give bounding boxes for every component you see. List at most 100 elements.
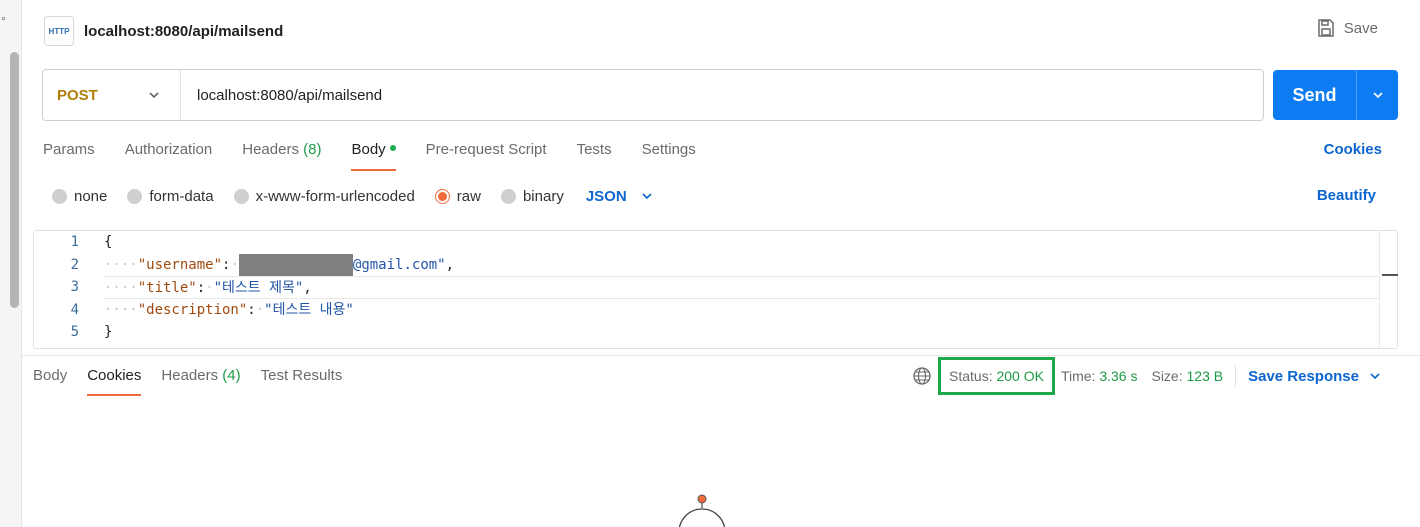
chevron-down-icon: [1372, 92, 1383, 99]
radio-circle: [500, 188, 516, 204]
tab-label: Headers: [161, 367, 219, 384]
radio-form-data[interactable]: form-data: [127, 187, 214, 205]
json-value: "테스트 제목": [213, 280, 304, 297]
scroll-position-mark: [1382, 274, 1398, 276]
send-button-group: Send: [1273, 70, 1398, 120]
tab-tests[interactable]: Tests: [577, 139, 612, 171]
beautify-button[interactable]: Beautify: [1317, 185, 1376, 207]
radio-none[interactable]: none: [52, 188, 107, 205]
line-number: 3: [70, 279, 79, 296]
headers-count: (8): [303, 141, 322, 158]
save-label: Save: [1343, 19, 1378, 37]
tab-params[interactable]: Params: [43, 139, 95, 171]
editor-scrollbar[interactable]: [1379, 231, 1398, 348]
method-label: POST: [57, 86, 98, 104]
divider: [1235, 365, 1237, 387]
send-button[interactable]: Send: [1273, 70, 1357, 120]
headers-count: (4): [222, 367, 241, 384]
modified-indicator: [389, 145, 396, 152]
tab-label: Tests: [576, 141, 612, 158]
save-response-button[interactable]: Save Response: [1248, 368, 1381, 385]
size-value: 123 B: [1186, 368, 1224, 384]
response-tabs: Body Cookies Headers (4) Test Results: [33, 366, 342, 396]
time-value: 3.36 s: [1099, 368, 1138, 384]
tab-label: Params: [43, 141, 95, 158]
time-label: Time:: [1060, 368, 1096, 384]
format-select[interactable]: JSON: [586, 188, 653, 205]
tab-label: Body: [33, 367, 68, 384]
code-line: ····"description":·"테스트 내용": [104, 301, 354, 318]
tab-authorization[interactable]: Authorization: [125, 139, 213, 171]
redacted-block: [238, 253, 353, 276]
radio-circle: [233, 188, 249, 204]
globe-icon[interactable]: [912, 366, 932, 386]
json-value: "테스트 내용": [264, 301, 354, 318]
save-response-label: Save Response: [1248, 367, 1359, 385]
url-input[interactable]: localhost:8080/api/mailsend: [181, 87, 1263, 104]
code-content[interactable]: { ····"username":· @gmail.com", ····"titl…: [104, 231, 1379, 344]
radio-circle: [52, 188, 67, 204]
resp-tab-cookies[interactable]: Cookies: [87, 366, 142, 396]
request-name[interactable]: localhost:8080/api/mailsend: [84, 23, 283, 40]
status-highlight-box[interactable]: Status: 200 OK: [938, 357, 1055, 395]
resp-tab-test-results[interactable]: Test Results: [261, 366, 343, 396]
radio-label: binary: [522, 187, 564, 205]
tab-label: Cookies: [87, 367, 142, 384]
radio-raw[interactable]: raw: [434, 187, 481, 205]
code-line: ····"title":·"테스트 제목",: [104, 276, 1379, 299]
line-number: 2: [70, 256, 79, 273]
save-icon: [1318, 19, 1334, 37]
resp-tab-body[interactable]: Body: [33, 366, 67, 396]
radio-binary[interactable]: binary: [500, 187, 564, 205]
response-size[interactable]: Size: 123 B: [1151, 368, 1223, 384]
code-editor[interactable]: 1 2 3 4 5 { ····"username":· @gmail.com",…: [33, 230, 1398, 349]
radio-label: raw: [456, 187, 481, 205]
response-divider: [22, 355, 1420, 356]
response-meta: Status: 200 OK Time: 3.36 s Size: 123 B …: [912, 357, 1381, 395]
code-line: {: [104, 231, 1379, 254]
radio-urlencoded[interactable]: x-www-form-urlencoded: [233, 188, 415, 205]
empty-state-illustration: [678, 494, 726, 527]
tab-label: Settings: [641, 141, 696, 158]
sidebar-scrollbar[interactable]: [10, 52, 19, 308]
chevron-down-icon: [642, 193, 652, 200]
resp-tab-headers[interactable]: Headers (4): [161, 366, 240, 396]
request-tabs: Params Authorization Headers (8) Body Pr…: [43, 139, 696, 171]
save-button[interactable]: Save: [1316, 18, 1378, 38]
format-label: JSON: [585, 187, 627, 205]
cookies-link[interactable]: Cookies: [1324, 139, 1382, 161]
tab-label: Headers: [242, 141, 299, 158]
radio-label: form-data: [149, 187, 214, 205]
line-number-gutter: 1 2 3 4 5: [34, 231, 94, 344]
line-number: 4: [70, 301, 79, 318]
response-time[interactable]: Time: 3.36 s: [1061, 368, 1138, 384]
chevron-down-icon: [1370, 373, 1380, 380]
status-value: 200 OK: [996, 368, 1044, 384]
code-line: ····"username":· @gmail.com",: [104, 253, 1379, 277]
left-sidebar-strip: °: [0, 0, 22, 527]
json-key: "description": [137, 301, 248, 318]
tab-label: Authorization: [124, 141, 213, 158]
tab-headers[interactable]: Headers (8): [242, 139, 321, 171]
radio-circle-selected: [434, 188, 450, 204]
http-icon: HTTP: [44, 16, 74, 46]
json-key: "username": [137, 256, 223, 273]
method-select[interactable]: POST: [43, 70, 181, 120]
chevron-down-icon: [149, 92, 159, 99]
body-type-selector: none form-data x-www-form-urlencoded raw…: [52, 185, 653, 207]
url-bar: POST localhost:8080/api/mailsend: [42, 69, 1264, 121]
degree-glyph: °: [1, 14, 6, 28]
tab-settings[interactable]: Settings: [642, 139, 696, 171]
status-label: Status:: [949, 368, 993, 384]
code-line: }: [104, 321, 1379, 344]
json-value: @gmail.com": [352, 256, 446, 273]
tab-label: Test Results: [260, 367, 343, 384]
close-brace: }: [104, 324, 113, 341]
tab-body[interactable]: Body: [351, 139, 396, 171]
line-number: 1: [70, 234, 79, 250]
request-title-bar: HTTP localhost:8080/api/mailsend: [44, 16, 283, 46]
radio-circle: [127, 188, 143, 204]
send-options-button[interactable]: [1357, 70, 1398, 120]
open-brace: {: [104, 234, 113, 250]
tab-pre-request-script[interactable]: Pre-request Script: [426, 139, 547, 171]
